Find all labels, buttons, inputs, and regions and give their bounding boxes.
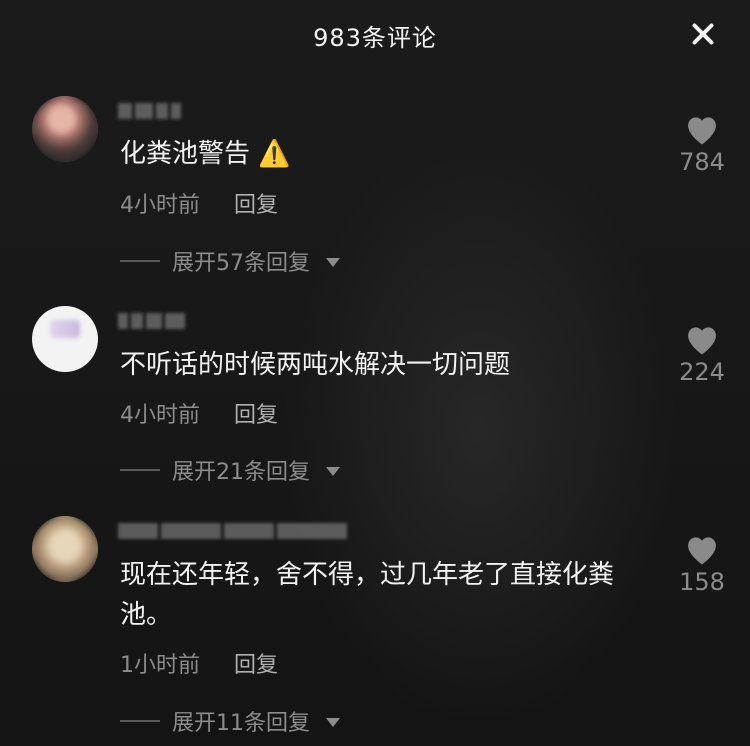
comment-text: 不听话的时候两吨水解决一切问题 — [120, 350, 511, 380]
caret-down-icon — [326, 717, 340, 727]
expand-replies-button[interactable]: 展开11条回复 — [120, 705, 340, 737]
like-count: 224 — [679, 358, 725, 386]
timestamp: 4小时前 — [120, 403, 200, 428]
reply-button[interactable]: 回复 — [234, 397, 278, 429]
expand-replies-button[interactable]: 展开21条回复 — [120, 454, 340, 486]
expand-replies-label: 展开11条回复 — [172, 711, 310, 736]
caret-down-icon — [326, 466, 340, 476]
avatar[interactable] — [32, 96, 98, 162]
warning-icon: ⚠️ — [258, 139, 291, 169]
avatar[interactable] — [32, 516, 98, 582]
username-blurred[interactable] — [118, 100, 181, 122]
like-count: 158 — [679, 568, 725, 596]
expand-replies-button[interactable]: 展开57条回复 — [120, 245, 340, 277]
like-button[interactable]: 224 — [670, 322, 734, 386]
like-count: 784 — [679, 148, 725, 176]
heart-icon — [688, 327, 716, 355]
caret-down-icon — [326, 257, 340, 267]
timestamp: 4小时前 — [120, 193, 200, 218]
comment-meta: 4小时前 回复 — [120, 397, 278, 429]
comment-count-title: 983条评论 — [313, 24, 437, 52]
divider-dash — [120, 260, 160, 262]
divider-dash — [120, 469, 160, 471]
heart-icon — [688, 537, 716, 565]
expand-replies-label: 展开21条回复 — [172, 460, 310, 485]
expand-replies-label: 展开57条回复 — [172, 251, 310, 276]
heart-icon — [688, 117, 716, 145]
reply-button[interactable]: 回复 — [234, 647, 278, 679]
avatar[interactable] — [32, 306, 98, 372]
comment-meta: 1小时前 回复 — [120, 647, 278, 679]
username-blurred[interactable] — [118, 310, 185, 332]
like-button[interactable]: 158 — [670, 532, 734, 596]
comment-text: 化粪池警告 ⚠️ — [120, 139, 291, 169]
username-blurred[interactable] — [118, 520, 347, 542]
close-icon[interactable] — [688, 19, 718, 49]
timestamp: 1小时前 — [120, 653, 200, 678]
comment-text: 现在还年轻，舍不得，过几年老了直接化粪池。 — [120, 560, 615, 630]
like-button[interactable]: 784 — [670, 112, 734, 176]
reply-button[interactable]: 回复 — [234, 187, 278, 219]
comments-header: 983条评论 — [0, 0, 750, 70]
divider-dash — [120, 720, 160, 722]
comment-meta: 4小时前 回复 — [120, 187, 278, 219]
